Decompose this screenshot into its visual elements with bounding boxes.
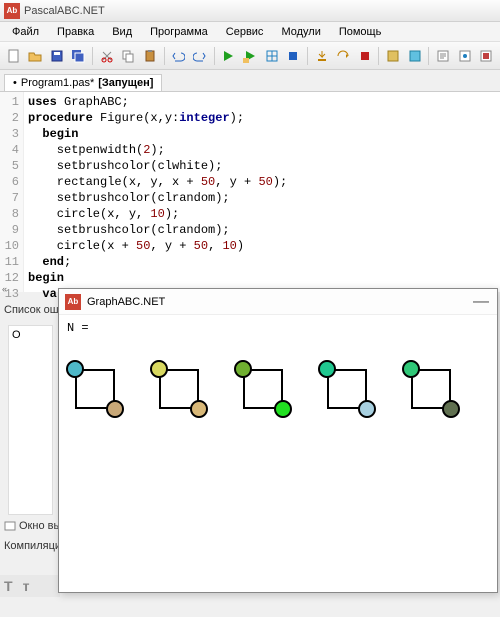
- tool-d-button[interactable]: [455, 46, 475, 66]
- figure-circle-top: [318, 360, 336, 378]
- menu-edit[interactable]: Правка: [49, 24, 102, 40]
- figure-circle-bottom: [274, 400, 292, 418]
- compile-panel-tab[interactable]: Компиляци: [4, 540, 61, 552]
- figure-circle-bottom: [106, 400, 124, 418]
- figure-circle-top: [66, 360, 84, 378]
- side-panel-text: O: [9, 326, 52, 344]
- figure-circle-top: [150, 360, 168, 378]
- window-titlebar: Ab PascalABC.NET: [0, 0, 500, 22]
- figure-circle-top: [234, 360, 252, 378]
- side-panel: O: [8, 325, 53, 515]
- document-tabs: • Program1.pas* [Запущен]: [0, 70, 500, 92]
- redo-button[interactable]: [190, 46, 210, 66]
- line-gutter: 12345678910111213: [0, 92, 24, 292]
- window-title: PascalABC.NET: [24, 5, 105, 17]
- compile-button[interactable]: [262, 46, 282, 66]
- menu-help[interactable]: Помощь: [331, 24, 390, 40]
- app-icon: Ab: [4, 3, 20, 19]
- output-panel-label: Окно вы: [19, 520, 61, 532]
- graphabc-app-icon: Ab: [65, 294, 81, 310]
- tab-program1[interactable]: • Program1.pas* [Запущен]: [4, 74, 162, 91]
- menu-program[interactable]: Программа: [142, 24, 216, 40]
- figure-circle-bottom: [190, 400, 208, 418]
- panel-toggle-icon[interactable]: «: [2, 284, 12, 294]
- tool-a-button[interactable]: [383, 46, 403, 66]
- n-prompt-text: N =: [67, 321, 489, 335]
- run-button[interactable]: [219, 46, 239, 66]
- menu-service[interactable]: Сервис: [218, 24, 272, 40]
- open-file-button[interactable]: [26, 46, 46, 66]
- figure-circle-bottom: [442, 400, 460, 418]
- copy-button[interactable]: [119, 46, 139, 66]
- code-editor[interactable]: 12345678910111213 uses GraphABC; procedu…: [0, 92, 500, 292]
- menu-modules[interactable]: Модули: [273, 24, 328, 40]
- output-panel-tab[interactable]: Окно вы: [4, 520, 61, 532]
- errors-panel-label[interactable]: Список ош: [4, 304, 59, 316]
- paste-button[interactable]: [140, 46, 160, 66]
- figure-circle-bottom: [358, 400, 376, 418]
- toolbar: [0, 42, 500, 70]
- bottom-t2: т: [23, 578, 30, 594]
- graphabc-window: Ab GraphABC.NET — N =: [58, 288, 498, 593]
- drawing-canvas: [67, 359, 489, 439]
- step-into-button[interactable]: [312, 46, 332, 66]
- graphabc-titlebar[interactable]: Ab GraphABC.NET —: [59, 289, 497, 315]
- minimize-icon[interactable]: —: [473, 293, 489, 311]
- tab-run-state: [Запущен]: [98, 77, 153, 89]
- run-without-debug-button[interactable]: [240, 46, 260, 66]
- bottom-bar: Т т: [0, 575, 60, 597]
- code-area[interactable]: uses GraphABC; procedure Figure(x,y:inte…: [24, 92, 291, 292]
- figure-circle-top: [402, 360, 420, 378]
- tool-b-button[interactable]: [405, 46, 425, 66]
- tool-c-button[interactable]: [433, 46, 453, 66]
- save-all-button[interactable]: [69, 46, 89, 66]
- graphabc-canvas: N =: [59, 315, 497, 445]
- step-over-button[interactable]: [333, 46, 353, 66]
- tab-filename: Program1.pas*: [21, 77, 94, 89]
- cut-button[interactable]: [97, 46, 117, 66]
- save-button[interactable]: [47, 46, 67, 66]
- graphabc-title: GraphABC.NET: [87, 296, 165, 308]
- output-icon: [4, 520, 16, 532]
- tab-modified-indicator: •: [13, 77, 17, 89]
- stop-debug-button[interactable]: [355, 46, 375, 66]
- menubar: Файл Правка Вид Программа Сервис Модули …: [0, 22, 500, 42]
- undo-button[interactable]: [169, 46, 189, 66]
- menu-file[interactable]: Файл: [4, 24, 47, 40]
- menu-view[interactable]: Вид: [104, 24, 140, 40]
- new-file-button[interactable]: [4, 46, 24, 66]
- tool-e-button[interactable]: [476, 46, 496, 66]
- bottom-t1: Т: [4, 578, 13, 594]
- stop-button[interactable]: [283, 46, 303, 66]
